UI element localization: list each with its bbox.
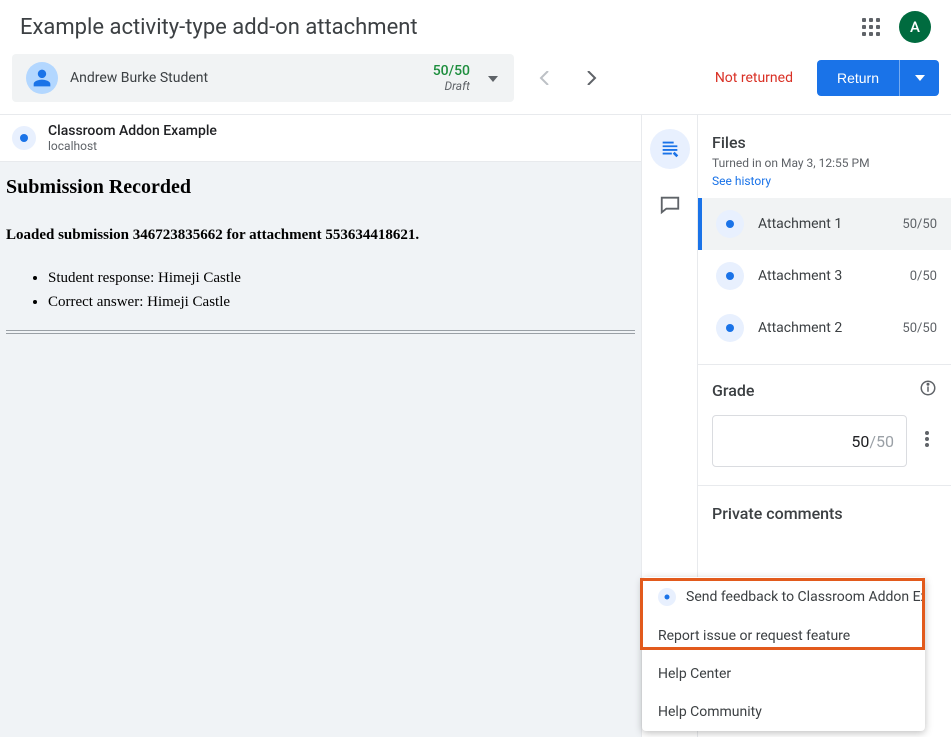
submission-bullet: Correct answer: Himeji Castle [48,290,635,314]
grade-input[interactable]: 50/50 [712,415,907,467]
see-history-link[interactable]: See history [698,170,951,198]
grade-denominator: /50 [869,432,894,451]
menu-item-help-center[interactable]: Help Center [642,655,925,693]
submission-heading: Submission Recorded [6,176,635,199]
next-student-button[interactable] [580,66,604,90]
divider [6,330,635,334]
menu-item-label: Help Community [658,704,762,720]
attachment-icon [716,210,744,238]
turned-in-timestamp: Turned in on May 3, 12:55 PM [698,156,951,170]
addon-title: Classroom Addon Example [48,123,217,139]
page-title: Example activity-type add-on attachment [20,15,851,40]
selector-dropdown-icon[interactable] [484,66,502,90]
grade-more-icon[interactable] [917,423,937,459]
help-feedback-menu: Send feedback to Classroom Addon Example… [642,577,925,731]
submission-bullet: Student response: Himeji Castle [48,266,635,290]
menu-item-label: Send feedback to Classroom Addon Example [686,589,925,605]
attachment-score: 50/50 [902,217,937,232]
menu-item-report-issue[interactable]: Report issue or request feature [642,617,925,655]
prev-student-button[interactable] [532,66,556,90]
attachment-name: Attachment 1 [758,216,888,232]
attachment-name: Attachment 3 [758,268,896,284]
addon-subtitle: localhost [48,139,217,153]
return-dropdown-button[interactable] [899,60,939,96]
attachment-row[interactable]: Attachment 3 0/50 [698,250,951,302]
addon-icon [12,126,36,150]
rail-files-icon[interactable] [650,129,690,169]
account-avatar[interactable]: A [899,11,931,43]
attachment-name: Attachment 2 [758,320,888,336]
student-name: Andrew Burke Student [70,70,433,86]
addon-icon [658,588,676,606]
menu-item-label: Help Center [658,666,731,682]
grade-value: 50 [851,432,869,451]
return-button[interactable]: Return [817,60,899,96]
return-status: Not returned [715,70,793,86]
attachment-icon [716,314,744,342]
menu-item-help-community[interactable]: Help Community [642,693,925,731]
student-avatar-icon [26,62,58,94]
student-selector[interactable]: Andrew Burke Student 50/50 Draft [12,54,514,102]
rail-comments-icon[interactable] [650,185,690,225]
submission-loaded-text: Loaded submission 346723835662 for attac… [6,227,635,244]
menu-item-label: Report issue or request feature [658,628,850,644]
private-comments-title: Private comments [698,486,951,523]
files-section-title: Files [698,115,951,156]
student-draft-label: Draft [433,79,470,93]
grade-info-icon[interactable] [919,379,937,401]
grade-section-title: Grade [712,381,754,400]
google-apps-icon[interactable] [851,7,891,47]
student-score: 50/50 [433,63,470,79]
attachment-row[interactable]: Attachment 2 50/50 [698,302,951,354]
menu-item-send-feedback[interactable]: Send feedback to Classroom Addon Example [642,577,925,617]
attachment-score: 50/50 [902,321,937,336]
attachment-icon [716,262,744,290]
addon-header: Classroom Addon Example localhost [0,115,641,162]
attachment-score: 0/50 [910,269,937,284]
attachment-row[interactable]: Attachment 1 50/50 [698,198,951,250]
